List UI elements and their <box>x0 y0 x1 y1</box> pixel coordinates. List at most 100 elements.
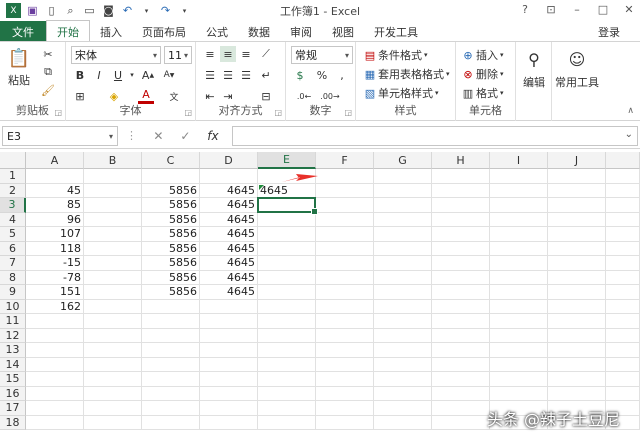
wrap-text-icon[interactable]: ↵ <box>258 67 274 83</box>
orientation-icon[interactable]: ⟋ <box>258 46 274 62</box>
row-header-16[interactable]: 16 <box>0 386 26 401</box>
row-header-1[interactable]: 1 <box>0 169 26 184</box>
cell-b6[interactable] <box>84 241 142 256</box>
cell-a14[interactable] <box>26 357 84 372</box>
cell-e7[interactable] <box>258 256 316 271</box>
name-box[interactable]: E3 ▾ <box>2 126 118 146</box>
cell-f10[interactable] <box>316 299 374 314</box>
cell-j8[interactable] <box>548 270 606 285</box>
cell-styles-button[interactable]: ▧ 单元格样式 ▾ <box>362 85 439 101</box>
cell-i1[interactable] <box>490 169 548 184</box>
cell-h10[interactable] <box>432 299 490 314</box>
number-launcher-icon[interactable]: ◲ <box>344 108 352 117</box>
cell-f5[interactable] <box>316 227 374 242</box>
cell-f6[interactable] <box>316 241 374 256</box>
cell-d14[interactable] <box>200 357 258 372</box>
cell-d12[interactable] <box>200 328 258 343</box>
cell-f18[interactable] <box>316 415 374 430</box>
column-header-e[interactable]: E <box>258 152 316 169</box>
cell-j15[interactable] <box>548 372 606 387</box>
align-bottom-icon[interactable]: ≡ <box>238 46 254 62</box>
increase-font-icon[interactable]: A ▲ <box>140 67 156 83</box>
cell-e9[interactable] <box>258 285 316 300</box>
help-icon[interactable]: ? <box>518 2 532 16</box>
cell-f14[interactable] <box>316 357 374 372</box>
cell-h6[interactable] <box>432 241 490 256</box>
minimize-icon[interactable]: – <box>570 2 584 16</box>
cell-e6[interactable] <box>258 241 316 256</box>
row-header-9[interactable]: 9 <box>0 285 26 300</box>
insert-cells-button[interactable]: ⊕ 插入 ▾ <box>460 47 503 63</box>
cell-h17[interactable] <box>432 401 490 416</box>
cell-d3[interactable]: 4645 <box>200 198 258 213</box>
cell-f13[interactable] <box>316 343 374 358</box>
row-header-14[interactable]: 14 <box>0 357 26 372</box>
row-header-15[interactable]: 15 <box>0 372 26 387</box>
cell-a2[interactable]: 45 <box>26 183 84 198</box>
cell-a12[interactable] <box>26 328 84 343</box>
cell-d7[interactable]: 4645 <box>200 256 258 271</box>
column-header-i[interactable]: I <box>490 152 548 169</box>
cell-b2[interactable] <box>84 183 142 198</box>
cell-d15[interactable] <box>200 372 258 387</box>
cell-c5[interactable]: 5856 <box>142 227 200 242</box>
cell-j5[interactable] <box>548 227 606 242</box>
clipboard-launcher-icon[interactable]: ◲ <box>54 108 62 117</box>
cell-b7[interactable] <box>84 256 142 271</box>
cell-f8[interactable] <box>316 270 374 285</box>
tab-developer[interactable]: 开发工具 <box>364 21 428 42</box>
cell-f1[interactable] <box>316 169 374 184</box>
cell-d6[interactable]: 4645 <box>200 241 258 256</box>
row-header-6[interactable]: 6 <box>0 241 26 256</box>
cell-a15[interactable] <box>26 372 84 387</box>
cell-d1[interactable] <box>200 169 258 184</box>
maximize-icon[interactable]: □ <box>596 2 610 16</box>
cell-c11[interactable] <box>142 314 200 329</box>
column-header-b[interactable]: B <box>84 152 142 169</box>
expand-formula-icon[interactable]: ⌄ <box>625 129 633 140</box>
cell-f11[interactable] <box>316 314 374 329</box>
cell-g16[interactable] <box>374 386 432 401</box>
cell-h11[interactable] <box>432 314 490 329</box>
cell-g6[interactable] <box>374 241 432 256</box>
editing-button[interactable]: ⚲ 编辑 <box>519 48 549 90</box>
cell-c14[interactable] <box>142 357 200 372</box>
cell-j7[interactable] <box>548 256 606 271</box>
cell-g1[interactable] <box>374 169 432 184</box>
cell-d2[interactable]: 4645 <box>200 183 258 198</box>
cell-e13[interactable] <box>258 343 316 358</box>
cell-a13[interactable] <box>26 343 84 358</box>
cell-b18[interactable] <box>84 415 142 430</box>
save-icon[interactable]: ▣ <box>25 3 40 18</box>
format-painter-icon[interactable]: 🖌 <box>40 82 56 98</box>
column-header-h[interactable]: H <box>432 152 490 169</box>
cell-h18[interactable] <box>432 415 490 430</box>
tab-page-layout[interactable]: 页面布局 <box>132 21 196 42</box>
cell-f17[interactable] <box>316 401 374 416</box>
cell-h12[interactable] <box>432 328 490 343</box>
cell-c9[interactable]: 5856 <box>142 285 200 300</box>
cell-c4[interactable]: 5856 <box>142 212 200 227</box>
cell-g3[interactable] <box>374 198 432 213</box>
cell-e5[interactable] <box>258 227 316 242</box>
cell-h14[interactable] <box>432 357 490 372</box>
insert-function-icon[interactable]: fx <box>207 129 218 143</box>
cell-c10[interactable] <box>142 299 200 314</box>
cell-j2[interactable] <box>548 183 606 198</box>
cell-j12[interactable] <box>548 328 606 343</box>
cell-d4[interactable]: 4645 <box>200 212 258 227</box>
cell-b3[interactable] <box>84 198 142 213</box>
cell-i7[interactable] <box>490 256 548 271</box>
align-center-icon[interactable]: ☰ <box>220 67 236 83</box>
cell-h15[interactable] <box>432 372 490 387</box>
align-middle-icon[interactable]: ≡ <box>220 46 236 62</box>
cell-b5[interactable] <box>84 227 142 242</box>
format-cells-button[interactable]: ▥ 格式 ▾ <box>460 85 504 101</box>
cell-g5[interactable] <box>374 227 432 242</box>
cell-d9[interactable]: 4645 <box>200 285 258 300</box>
cell-j11[interactable] <box>548 314 606 329</box>
cell-a9[interactable]: 151 <box>26 285 84 300</box>
copy-icon[interactable]: ⧉ <box>40 64 56 80</box>
cell-e14[interactable] <box>258 357 316 372</box>
column-header-g[interactable]: G <box>374 152 432 169</box>
